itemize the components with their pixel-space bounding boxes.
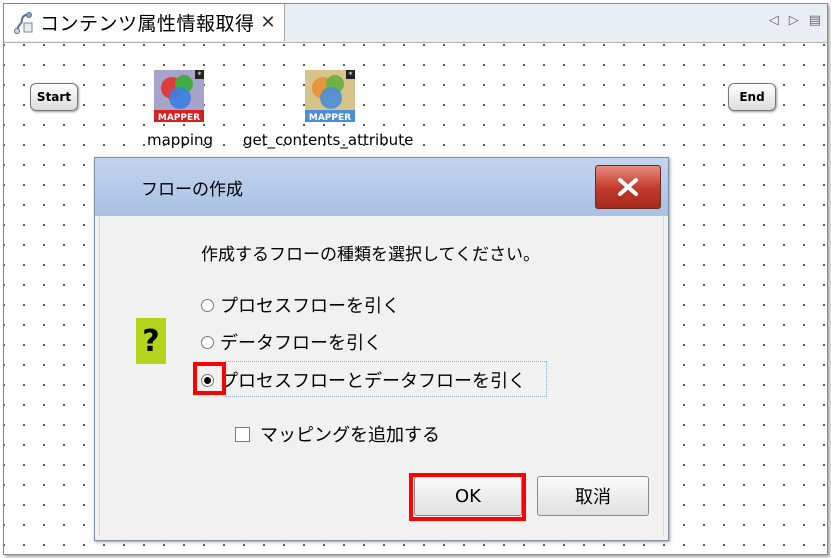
scroll-right-icon[interactable]: ▷ [789, 13, 799, 28]
node-label-get-contents-attribute: get_contents_attribute [243, 131, 414, 149]
question-icon: ? [136, 318, 166, 364]
mapper-icon[interactable]: * MAPPER [154, 70, 204, 122]
close-icon [618, 178, 638, 196]
radio-label: データフローを引く [220, 333, 382, 354]
radio-label: プロセスフローとデータフローを引く [220, 371, 526, 392]
radio-option-data-flow[interactable]: データフローを引く [201, 329, 382, 355]
end-node[interactable]: End [728, 83, 776, 111]
checkbox-label: マッピングを追加する [260, 425, 440, 446]
tab-menu-icon[interactable]: ▤ [809, 13, 821, 28]
tab-close-icon[interactable]: ✕ [261, 12, 276, 33]
add-mapping-option[interactable]: マッピングを追加する [235, 421, 440, 447]
mapper-badge-2: MAPPER [309, 113, 351, 122]
flow-document-icon [14, 11, 33, 34]
tab-title: コンテンツ属性情報取得 [40, 13, 255, 35]
radio-button[interactable] [201, 298, 214, 312]
tab-bar: コンテンツ属性情報取得 ✕ ◁ ▷ ▤ [4, 4, 827, 43]
highlight-selected-radio [193, 362, 226, 395]
dialog-titlebar[interactable]: フローの作成 [95, 158, 668, 216]
start-node[interactable]: Start [30, 83, 78, 111]
radio-option-process-flow[interactable]: プロセスフローを引く [201, 292, 400, 318]
svg-text:*: * [349, 71, 353, 80]
cancel-button[interactable]: 取消 [537, 476, 649, 516]
highlight-ok-button [409, 473, 526, 521]
tab-flow-editor[interactable]: コンテンツ属性情報取得 ✕ [4, 4, 285, 41]
scroll-left-icon[interactable]: ◁ [769, 13, 779, 28]
mapper-badge-1: MAPPER [158, 113, 200, 122]
add-mapping-checkbox[interactable] [235, 426, 250, 442]
radio-button[interactable] [201, 335, 214, 349]
radio-option-process-and-data-flow[interactable]: プロセスフローとデータフローを引く [201, 367, 526, 393]
dialog-title: フローの作成 [141, 180, 243, 200]
node-label-mapping: mapping [147, 131, 214, 149]
radio-label: プロセスフローを引く [220, 296, 400, 317]
dialog-close-button[interactable] [595, 165, 661, 209]
svg-text:*: * [198, 71, 202, 80]
tab-controls: ◁ ▷ ▤ [769, 13, 821, 28]
mapper-icon[interactable]: * MAPPER [305, 70, 355, 122]
dialog-prompt: 作成するフローの種類を選択してください。 [201, 245, 540, 265]
